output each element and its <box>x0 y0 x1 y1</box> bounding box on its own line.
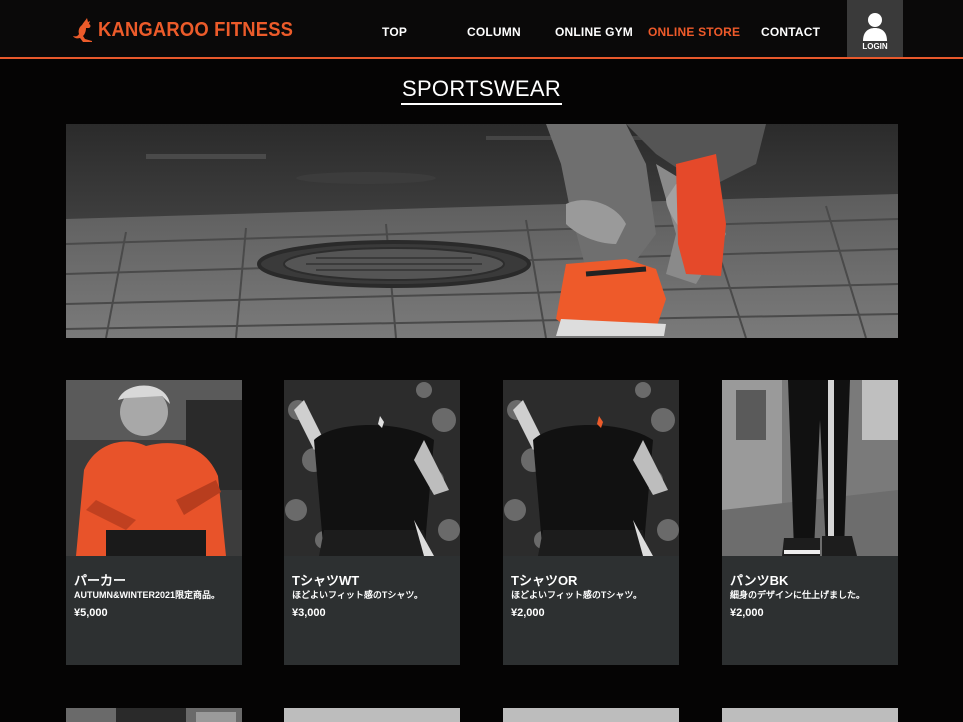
product-price: ¥5,000 <box>74 607 108 619</box>
product-image <box>284 380 460 556</box>
product-card[interactable]: パンツBK 細身のデザインに仕上げました。 ¥2,000 <box>722 380 898 665</box>
product-image <box>66 380 242 556</box>
product-price: ¥3,000 <box>292 607 326 619</box>
product-desc: ほどよいフィット感のTシャツ。 <box>292 590 424 600</box>
product-image <box>503 380 679 556</box>
product-desc: 細身のデザインに仕上げました。 <box>730 590 866 600</box>
product-card[interactable] <box>503 708 679 722</box>
product-card[interactable]: パーカー AUTUMN&WINTER2021限定商品。 ¥5,000 <box>66 380 242 665</box>
product-card[interactable] <box>66 708 242 722</box>
site-header: KANGAROO FITNESS TOP COLUMN ONLINE GYM O… <box>0 0 963 59</box>
nav-online-store[interactable]: ONLINE STORE <box>648 25 740 39</box>
product-card[interactable]: TシャツOR ほどよいフィット感のTシャツ。 ¥2,000 <box>503 380 679 665</box>
product-price: ¥2,000 <box>730 607 764 619</box>
login-label: LOGIN <box>862 42 888 51</box>
nav-contact[interactable]: CONTACT <box>761 25 820 39</box>
nav-column[interactable]: COLUMN <box>467 25 521 39</box>
product-image <box>722 380 898 556</box>
user-icon <box>863 13 887 41</box>
product-name: パンツBK <box>730 573 789 588</box>
product-desc: ほどよいフィット感のTシャツ。 <box>511 590 643 600</box>
logo[interactable]: KANGAROO FITNESS <box>72 16 310 44</box>
product-name: パーカー <box>74 573 127 588</box>
logo-text: KANGAROO FITNESS <box>98 18 294 41</box>
page-title-text: SPORTSWEAR <box>400 76 563 105</box>
hero-image <box>66 124 898 338</box>
login-button[interactable]: LOGIN <box>847 0 903 57</box>
product-name: TシャツWT <box>292 573 360 588</box>
product-card[interactable]: TシャツWT ほどよいフィット感のTシャツ。 ¥3,000 <box>284 380 460 665</box>
product-name: TシャツOR <box>511 573 578 588</box>
product-card[interactable] <box>722 708 898 722</box>
page-title: SPORTSWEAR <box>0 76 963 105</box>
product-desc: AUTUMN&WINTER2021限定商品。 <box>74 590 221 600</box>
nav-top[interactable]: TOP <box>382 25 407 39</box>
kangaroo-icon <box>73 18 92 42</box>
product-card[interactable] <box>284 708 460 722</box>
product-price: ¥2,000 <box>511 607 545 619</box>
nav-online-gym[interactable]: ONLINE GYM <box>555 25 633 39</box>
